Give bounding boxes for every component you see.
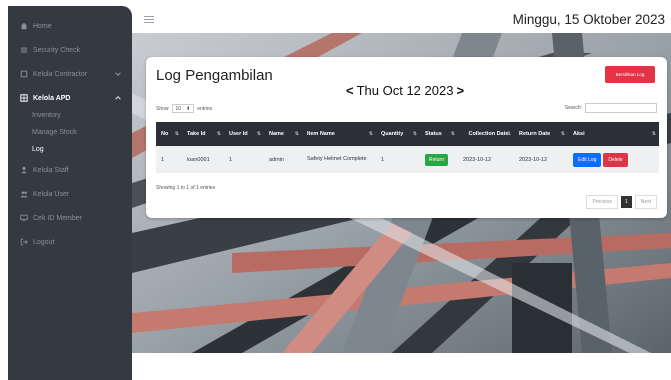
pagination-current[interactable]: 1 [620,196,632,208]
cell-return-date: 2023-10-12 [519,156,548,163]
date-navigator: < Thu Oct 12 2023 > [346,83,464,98]
entries-select-value: 10 [175,105,182,112]
sort-icon: ⇅ [294,131,299,137]
search-input[interactable] [585,103,657,113]
sort-icon: ⇅ [450,131,455,137]
cell-aksi: Edit Log Delete [568,146,659,173]
date-nav-label: Thu Oct 12 2023 [356,83,454,98]
users-icon [20,190,28,198]
log-table: No ⇅ Take Id ⇅ User Id ⇅ Name ⇅ Item Name ⇅ Q… [156,122,659,173]
sidebar-item-label: Security Check [33,46,81,54]
pagination-previous[interactable]: Previous [586,195,618,209]
sidebar-subitem-manage-stock[interactable]: Manage Stock [32,125,77,139]
date-header: Minggu, 15 Oktober 2023 [512,12,665,27]
person-icon [20,166,28,174]
column-header-user-id[interactable]: User Id ⇅ [224,122,264,146]
sidebar-subitem-log[interactable]: Log [32,142,44,156]
column-header-quantity[interactable]: Quantity ⇅ [376,122,420,146]
logout-icon [20,238,28,246]
sidebar-item-label: Kelola User [33,190,70,198]
monitor-icon [20,214,28,222]
sidebar-item-cek-id-member[interactable]: Cek ID Member [8,208,132,228]
show-entries: Show 10 ⬍ entries [156,104,212,113]
sort-icon: ⇅ [560,131,565,137]
show-suffix: entries [197,105,213,112]
show-prefix: Show [156,105,169,112]
search-label: Search: [564,105,582,111]
list-icon [20,46,28,54]
cell-name: admin [269,156,284,163]
sidebar-item-kelola-staff[interactable]: Kelola Staff [8,160,132,180]
cell-take-id: loan0001 [187,156,210,163]
table-info: Showing 1 to 1 of 1 entries [156,185,216,191]
sidebar-item-kelola-apd[interactable]: Kelola APD [8,88,132,108]
sort-icon: ⇅ [174,131,179,137]
chevron-down-icon [114,70,122,78]
app-root: Home Security Check Kelola Contractor Ke… [0,0,671,380]
cell-collection-date: 2023-10-12 [463,156,492,163]
home-icon [20,22,28,30]
sidebar-item-label: Home [33,22,52,30]
search-box: Search: [565,103,657,113]
sidebar-item-home[interactable]: Home [8,16,132,36]
chevron-left-icon[interactable]: < [346,83,354,98]
sidebar-item-kelola-contractor[interactable]: Kelola Contractor [8,64,132,84]
sidebar-item-security-check[interactable]: Security Check [8,40,132,60]
sort-icon: ⇅ [651,131,656,137]
log-card: Log Pengambilan Bersihkan Log < Thu Oct … [146,57,667,218]
clear-log-button[interactable]: Bersihkan Log [605,66,655,83]
column-header-item-name[interactable]: Item Name ⇅ [302,122,376,146]
sidebar-item-label: Kelola Staff [33,166,69,174]
sort-icon: ⇅ [368,131,373,137]
select-arrow-icon: ⬍ [186,105,191,112]
entries-select[interactable]: 10 ⬍ [171,104,195,113]
sort-icon: ⇅ [216,131,221,137]
sidebar-item-logout[interactable]: Logout [8,232,132,252]
sidebar-item-kelola-user[interactable]: Kelola User [8,184,132,204]
sort-icon: ⇅ [506,131,511,137]
menu-toggle-icon[interactable] [144,16,154,24]
cell-no: 1 [161,156,165,163]
sidebar-subitem-inventory[interactable]: Inventory [32,108,61,122]
status-badge: Return [425,153,449,166]
column-header-name[interactable]: Name ⇅ [264,122,302,146]
sidebar-item-label: Kelola APD [33,94,71,102]
sidebar-item-label: Logout [33,238,55,246]
column-header-collection-date[interactable]: Collection Date ⇅ [458,122,514,146]
sidebar-subitem-label: Manage Stock [32,128,77,136]
cell-item-name: Safety Helmet Complete [307,156,367,162]
column-header-take-id[interactable]: Take Id ⇅ [182,122,224,146]
sort-icon: ⇅ [412,131,417,137]
cell-user-id: 1 [229,156,233,163]
chevron-up-icon [114,94,122,102]
grid-icon [20,94,28,102]
sidebar: Home Security Check Kelola Contractor Ke… [8,6,132,380]
sort-icon: ⇅ [256,131,261,137]
column-header-return-date[interactable]: Return Date ⇅ [514,122,568,146]
column-header-status[interactable]: Status ⇅ [420,122,458,146]
sidebar-subitem-label: Log [32,145,44,153]
sidebar-item-label: Kelola Contractor [33,70,88,78]
cell-status: Return [420,146,458,173]
sidebar-item-label: Cek ID Member [33,214,83,222]
chevron-right-icon[interactable]: > [456,83,464,98]
pagination-next[interactable]: Next [634,195,657,209]
pagination: Previous 1 Next [586,195,657,209]
building-icon [20,70,28,78]
cell-quantity: 1 [381,156,385,163]
sidebar-subitem-label: Inventory [32,111,61,119]
column-header-no[interactable]: No ⇅ [156,122,182,146]
table-row: 1 loan0001 1 admin Safety Helmet Complet… [156,146,659,173]
column-header-aksi[interactable]: Aksi ⇅ [568,122,659,146]
delete-button[interactable]: Delete [603,152,628,167]
table-header: No ⇅ Take Id ⇅ User Id ⇅ Name ⇅ Item Name ⇅ Q… [156,122,659,146]
page-title: Log Pengambilan [156,67,273,84]
edit-log-button[interactable]: Edit Log [573,152,602,167]
